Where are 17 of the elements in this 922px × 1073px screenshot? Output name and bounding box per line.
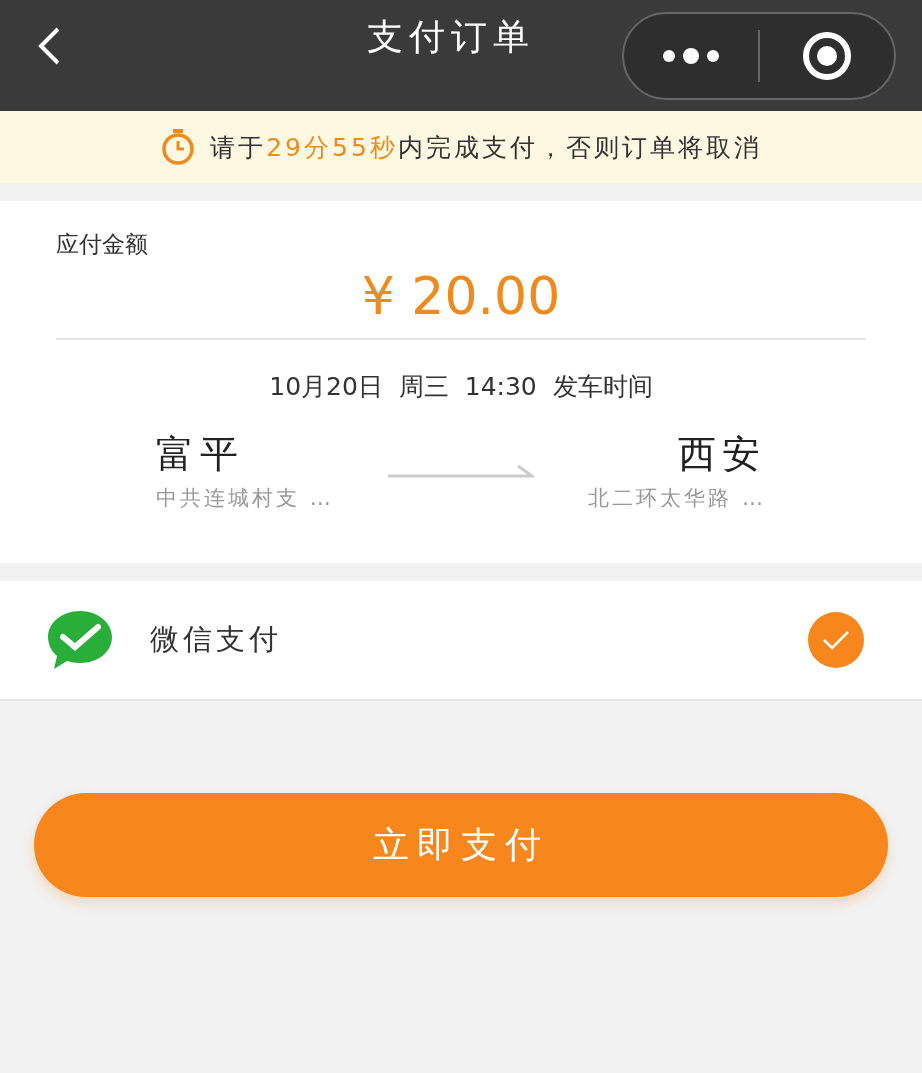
countdown-notice: 请于 29分55秒内完成支付，否则订单将取消 [210, 131, 762, 164]
back-icon[interactable] [36, 26, 62, 66]
page-title: 支付订单 [367, 15, 535, 59]
chat-bubble-check-icon [46, 609, 114, 671]
payment-option[interactable]: 微信支付 [0, 581, 922, 701]
payment-label: 微信支付 [150, 621, 283, 658]
selected-check-icon[interactable] [808, 612, 864, 668]
origin-city: 富平 [156, 431, 245, 478]
origin-station: 中共连城村支 … [156, 485, 334, 512]
destination-city: 西安 [678, 431, 766, 478]
amount-value: ¥ 20.00 [56, 266, 866, 340]
departure-time: 10月20日 周三 14:30 发车时间 [268, 371, 654, 403]
destination-station: 北二环太华路 … [588, 485, 766, 512]
close-icon[interactable] [801, 30, 853, 82]
more-icon[interactable] [661, 48, 721, 64]
timer-icon [160, 128, 197, 166]
amount-label: 应付金额 [56, 230, 149, 259]
